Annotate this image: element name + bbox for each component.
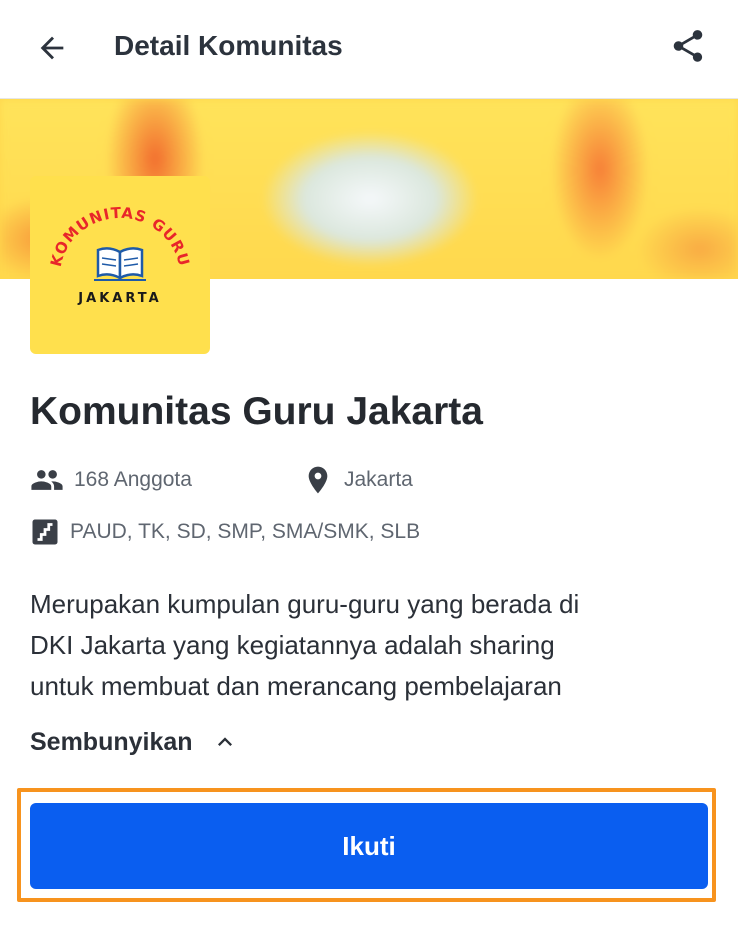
description-line: untuk membuat dan merancang pembelajaran [30,671,562,701]
hide-description-toggle[interactable]: Sembunyikan [30,724,239,760]
member-count: 168 Anggota [30,465,192,495]
share-button[interactable] [666,24,710,68]
logo-city-text: JAKARTA [78,291,162,306]
logo-graphic: KOMUNITAS GURU [47,204,192,281]
chevron-up-icon [211,728,239,756]
location-text: Jakarta [344,468,413,491]
description-line: Merupakan kumpulan guru-guru yang berada… [30,589,580,619]
follow-button[interactable]: Ikuti [30,803,708,889]
book-icon [94,247,146,281]
education-levels: PAUD, TK, SD, SMP, SMA/SMK, SLB [30,517,420,547]
description-line: DKI Jakarta yang kegiatannya adalah shar… [30,630,555,660]
arrow-left-icon [40,36,64,60]
community-name: Komunitas Guru Jakarta [30,390,483,433]
people-icon [30,463,64,497]
location: Jakarta [302,465,413,495]
community-logo: KOMUNITAS GURU JAKARTA [30,176,210,354]
app-bar: Detail Komunitas [0,0,738,99]
back-button[interactable] [30,26,74,70]
share-icon [673,30,703,62]
location-pin-icon [302,464,334,496]
education-levels-text: PAUD, TK, SD, SMP, SMA/SMK, SLB [70,520,421,543]
stairs-icon [30,517,60,547]
member-count-text: 168 Anggota [74,468,192,491]
community-description: Merupakan kumpulan guru-guru yang berada… [30,584,710,707]
toggle-label: Sembunyikan [30,728,193,756]
page-title: Detail Komunitas [114,30,343,61]
